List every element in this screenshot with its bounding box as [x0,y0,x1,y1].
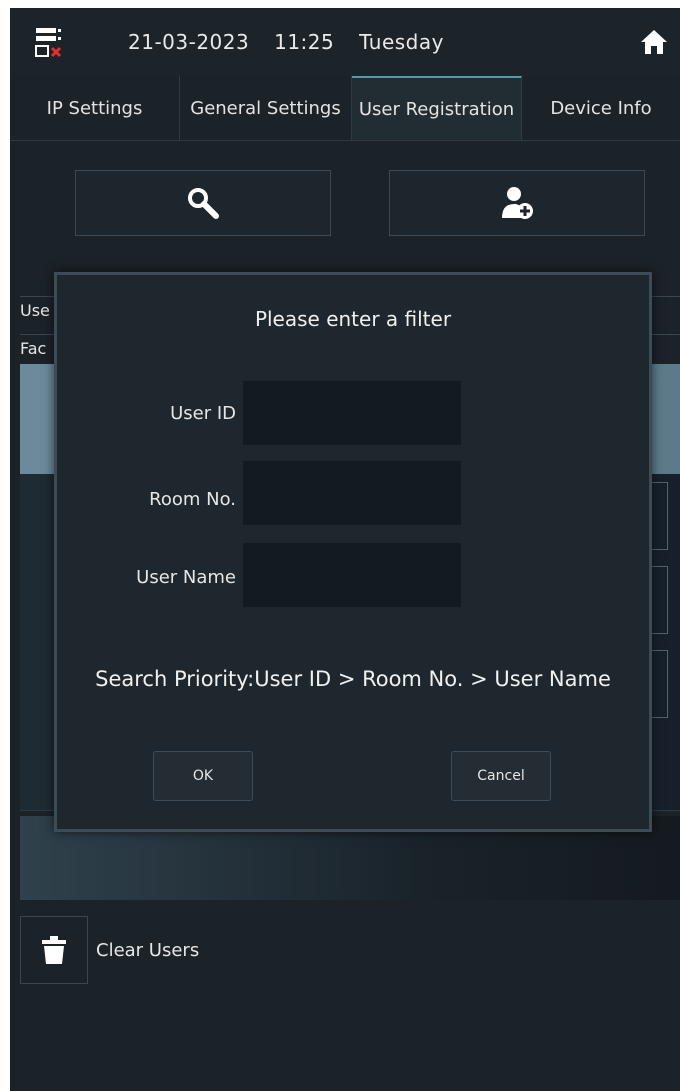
room-no-label: Room No. [149,489,236,510]
trash-icon [42,936,66,964]
tab-label: User Registration [358,98,515,120]
dialog-title: Please enter a filter [254,307,452,331]
datetime: 21-03-2023 11:25 Tuesday [128,30,462,54]
user-name-input[interactable] [243,543,461,607]
tab-user-registration[interactable]: User Registration [352,76,522,140]
cancel-button[interactable]: Cancel [451,751,551,801]
user-filter-label: Use [20,301,50,320]
filter-dialog: Please enter a filter User ID Room No. U… [54,272,652,832]
tab-ip-settings[interactable]: IP Settings [10,76,180,140]
tab-bar: IP Settings General Settings User Regist… [10,76,680,141]
tab-label: General Settings [190,97,341,119]
ok-button[interactable]: OK [153,751,253,801]
status-bar: 21-03-2023 11:25 Tuesday [10,8,680,76]
add-user-button[interactable] [389,170,645,236]
search-icon [188,188,219,219]
add-user-icon [502,187,533,219]
user-id-label: User ID [170,403,236,424]
tab-general-settings[interactable]: General Settings [180,76,352,140]
face-filter-label: Fac [20,339,47,358]
home-icon[interactable] [640,28,668,56]
clear-users-label: Clear Users [96,940,200,961]
server-alert-icon [35,28,62,58]
clear-users-button[interactable] [20,916,88,984]
user-id-input[interactable] [243,381,461,445]
tab-label: IP Settings [46,97,143,119]
date-text: 21-03-2023 [128,30,250,54]
search-priority-text: Search Priority:User ID > Room No. > Use… [95,667,611,691]
day-text: Tuesday [359,30,444,54]
room-no-input[interactable] [243,461,461,525]
search-button[interactable] [75,170,331,236]
time-text: 11:25 [274,30,335,54]
tab-device-info[interactable]: Device Info [522,76,680,140]
screen: 21-03-2023 11:25 Tuesday IP Settings Gen… [10,8,680,1091]
user-name-label: User Name [136,567,236,588]
tab-label: Device Info [550,97,652,119]
